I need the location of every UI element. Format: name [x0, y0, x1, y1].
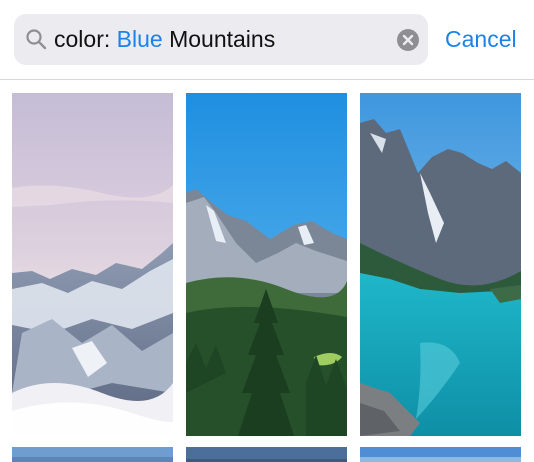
search-query[interactable]: color: Blue Mountains — [54, 24, 275, 54]
alpine-forest-image — [186, 93, 347, 436]
photo-thumbnail-snowy-mountains[interactable] — [12, 93, 173, 436]
photo-thumbnail-mountain-lake[interactable] — [360, 93, 521, 436]
mountain-lake-image — [360, 93, 521, 436]
photo-thumbnail-alpine-forest[interactable] — [186, 93, 347, 436]
search-header: color: Blue Mountains Cancel — [0, 0, 534, 80]
photo-thumbnail-partial[interactable] — [360, 447, 521, 462]
clear-icon[interactable] — [397, 29, 419, 51]
partial-image — [186, 447, 347, 462]
search-icon — [26, 29, 47, 50]
query-text: Mountains — [169, 26, 276, 52]
cancel-button[interactable]: Cancel — [445, 24, 517, 54]
partial-image — [12, 447, 173, 462]
partial-image — [360, 447, 521, 462]
query-prefix: color: — [54, 26, 111, 52]
snowy-mountain-image — [12, 93, 173, 436]
photo-thumbnail-partial[interactable] — [186, 447, 347, 462]
query-token-blue[interactable]: Blue — [117, 26, 163, 52]
photo-results-grid — [0, 81, 534, 462]
photo-thumbnail-partial[interactable] — [12, 447, 173, 462]
